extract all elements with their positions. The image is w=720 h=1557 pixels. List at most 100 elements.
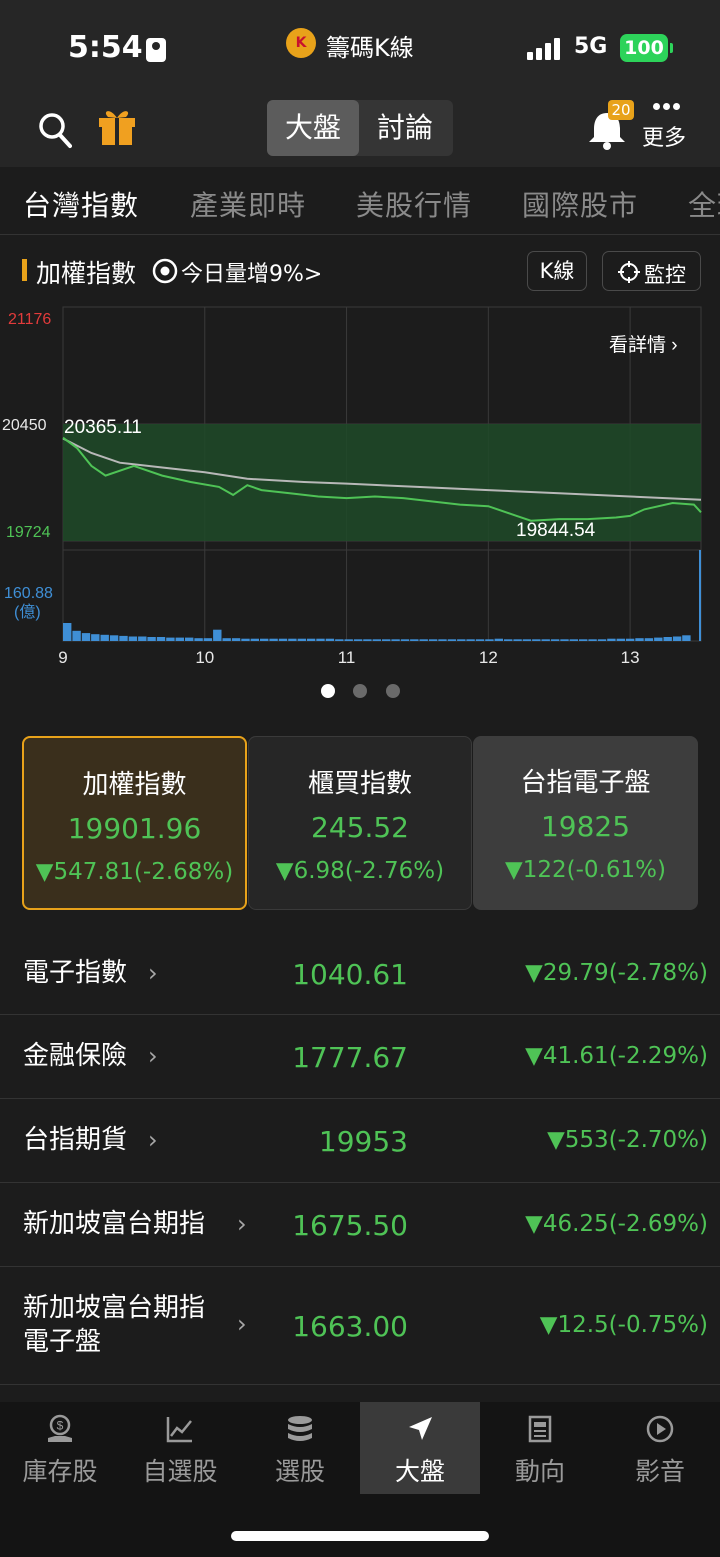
- volume-note-link[interactable]: 今日量增9%>: [181, 256, 322, 288]
- volume-unit-label: (億): [14, 603, 41, 621]
- volume-bar: [203, 638, 213, 641]
- nav-screener[interactable]: 選股: [240, 1402, 360, 1494]
- volume-bar: [344, 639, 353, 641]
- volume-bars: [63, 550, 701, 641]
- top-header: 大盤 討論 20 更多: [0, 95, 720, 167]
- volume-bar: [569, 639, 578, 641]
- card-tx-electronic[interactable]: 台指電子盤 19825 ▼122(-0.61%): [473, 736, 698, 910]
- id-card-icon: [146, 38, 166, 62]
- clock: 5:54: [68, 30, 143, 65]
- play-circle-icon: [646, 1415, 674, 1443]
- tab-global[interactable]: 全球: [688, 184, 720, 224]
- tab-intl-markets[interactable]: 國際股市: [522, 184, 638, 224]
- index-cards: 加權指數 19901.96 ▼547.81(-2.68%) 櫃買指數 245.5…: [22, 736, 698, 910]
- segment-market[interactable]: 大盤: [267, 100, 359, 156]
- nav-media[interactable]: 影音: [600, 1402, 720, 1494]
- segment-discussion[interactable]: 討論: [359, 100, 451, 156]
- tab-industry-live[interactable]: 產業即時: [190, 184, 306, 224]
- more-icon[interactable]: [653, 103, 681, 111]
- page-dot-1[interactable]: [321, 684, 335, 698]
- page-dot-2[interactable]: [353, 684, 367, 698]
- y-label-low: 19724: [6, 524, 51, 541]
- card-taiex[interactable]: 加權指數 19901.96 ▼547.81(-2.68%): [22, 736, 247, 910]
- volume-bar: [654, 637, 663, 641]
- nav-trends[interactable]: 動向: [480, 1402, 600, 1494]
- volume-bar: [466, 639, 475, 641]
- kline-button[interactable]: K線: [527, 251, 587, 291]
- list-item[interactable]: 金融保險 › 1777.67 ▼41.61(-2.29%): [0, 1015, 720, 1099]
- volume-bar: [494, 638, 503, 641]
- row-name: 台指期貨: [23, 1125, 128, 1155]
- signal-icon: [527, 38, 563, 60]
- y-label-reference: 20450: [2, 417, 47, 434]
- volume-bar: [260, 638, 269, 641]
- row-value: 19953: [318, 1125, 408, 1158]
- card-value: 19825: [540, 810, 631, 843]
- volume-bar: [400, 639, 410, 641]
- volume-bar: [682, 635, 691, 641]
- app-name: 籌碼K線: [326, 34, 414, 62]
- volume-bar: [147, 637, 156, 641]
- nav-label: 大盤: [394, 1457, 445, 1486]
- volume-bar: [485, 639, 494, 641]
- row-name-line2: 電子盤: [23, 1327, 102, 1357]
- row-change: ▼29.79(-2.78%): [525, 960, 708, 986]
- watch-button[interactable]: 監控: [602, 251, 701, 291]
- volume-bar: [532, 639, 541, 641]
- tab-taiwan-index[interactable]: 台灣指數: [23, 184, 139, 224]
- volume-bar: [616, 638, 625, 641]
- volume-bar: [353, 639, 363, 641]
- page-indicator: [0, 684, 720, 698]
- more-button[interactable]: 更多: [642, 120, 686, 152]
- volume-bar: [325, 638, 335, 641]
- volume-bar: [372, 639, 381, 641]
- volume-bar: [672, 636, 682, 641]
- list-item[interactable]: 台指期貨 › 19953 ▼553(-2.70%): [0, 1099, 720, 1183]
- chart-header: 加權指數 今日量增9%> K線 監控: [0, 236, 720, 302]
- coin-hand-icon: $: [48, 1414, 72, 1442]
- volume-bar: [550, 639, 560, 641]
- card-name: 櫃買指數: [307, 769, 412, 799]
- card-name: 加權指數: [82, 770, 187, 800]
- chart-title[interactable]: 加權指數: [36, 254, 136, 290]
- row-value: 1675.50: [292, 1209, 408, 1242]
- card-change: ▼547.81(-2.68%): [35, 859, 234, 885]
- gift-icon[interactable]: [96, 105, 138, 147]
- list-item[interactable]: 電子指數 › 1040.61 ▼29.79(-2.78%): [0, 932, 720, 1015]
- x-tick-label: 11: [338, 648, 356, 667]
- decline-band: [63, 424, 701, 541]
- network-type: 5G: [574, 34, 608, 59]
- volume-bar: [278, 638, 288, 641]
- nav-label: 動向: [514, 1457, 565, 1486]
- card-change: ▼6.98(-2.76%): [275, 858, 445, 884]
- card-otc[interactable]: 櫃買指數 245.52 ▼6.98(-2.76%): [248, 736, 472, 910]
- home-indicator[interactable]: [231, 1531, 489, 1541]
- volume-bar: [109, 635, 119, 641]
- row-name: 新加坡富台期指: [23, 1293, 206, 1323]
- volume-bar: [588, 639, 597, 641]
- volume-bar: [504, 639, 513, 641]
- list-item[interactable]: 新加坡富台期指 電子盤 › 1663.00 ▼12.5(-0.75%): [0, 1267, 720, 1385]
- start-value-label: 20365.11: [64, 417, 142, 438]
- x-tick-label: 12: [479, 648, 498, 667]
- page-dot-3[interactable]: [386, 684, 400, 698]
- chevron-right-icon: ›: [148, 959, 158, 987]
- nav-market[interactable]: 大盤: [360, 1402, 480, 1494]
- volume-bar: [100, 634, 109, 641]
- list-item[interactable]: 新加坡富台期指 › 1675.50 ▼46.25(-2.69%): [0, 1183, 720, 1267]
- volume-bar: [625, 638, 635, 641]
- nav-watchlist[interactable]: 自選股: [120, 1402, 240, 1494]
- volume-bar: [428, 639, 438, 641]
- search-icon[interactable]: [38, 111, 72, 149]
- nav-holdings[interactable]: $ 庫存股: [0, 1402, 120, 1494]
- tab-us-stocks[interactable]: 美股行情: [356, 184, 472, 224]
- volume-bar: [288, 638, 297, 641]
- volume-bar: [166, 637, 175, 641]
- row-name: 新加坡富台期指: [23, 1209, 206, 1239]
- volume-bar: [457, 639, 466, 641]
- volume-bar: [699, 550, 701, 641]
- row-value: 1663.00: [292, 1310, 408, 1343]
- volume-bar: [213, 629, 222, 641]
- intraday-chart[interactable]: 21176 20450 19724 20365.11 19844.54 看詳情 …: [0, 300, 720, 670]
- volume-bar: [607, 638, 616, 641]
